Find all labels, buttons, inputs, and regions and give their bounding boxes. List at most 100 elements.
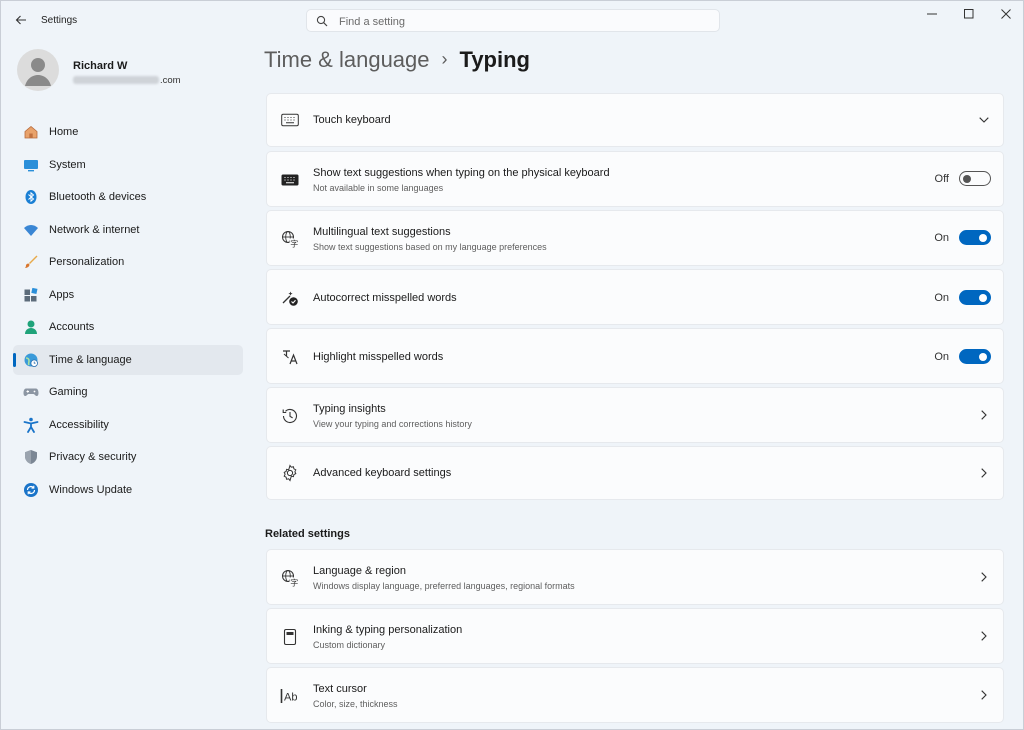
search-input[interactable] (337, 12, 711, 31)
toggle-knob (979, 293, 987, 302)
autocorrect-card: Autocorrect misspelled words On (266, 269, 1004, 325)
inking-typing-card[interactable]: Inking & typing personalization Custom d… (266, 608, 1004, 664)
related-settings-heading: Related settings (265, 528, 350, 540)
email-redaction (73, 76, 159, 85)
back-button[interactable] (10, 9, 32, 31)
inking-typing-subtitle: Custom dictionary (313, 640, 386, 650)
notebook-icon (280, 627, 300, 647)
sidebar-item-label: Time & language (49, 353, 132, 366)
touch-keyboard-card[interactable]: Touch keyboard (266, 93, 1004, 147)
globe-clock-icon (22, 351, 40, 369)
breadcrumb: Time & language › Typing (264, 47, 530, 73)
sidebar-item-label: Apps (49, 288, 75, 301)
system-icon (22, 156, 40, 174)
multilingual-toggle[interactable] (959, 230, 991, 245)
toggle-state-label: On (934, 292, 949, 304)
typing-insights-card[interactable]: Typing insights View your typing and cor… (266, 387, 1004, 443)
sidebar-nav: Home System Bluetooth & devices Network … (13, 117, 243, 507)
home-icon (22, 123, 40, 141)
wifi-icon (22, 221, 40, 239)
sidebar-item-privacy[interactable]: Privacy & security (13, 442, 243, 472)
minimize-button[interactable] (914, 1, 950, 27)
advanced-keyboard-title: Advanced keyboard settings (313, 467, 452, 479)
language-icon: 字 (280, 568, 300, 588)
sidebar-item-apps[interactable]: Apps (13, 280, 243, 310)
text-cursor-subtitle: Color, size, thickness (313, 699, 398, 709)
sidebar-item-label: Bluetooth & devices (49, 191, 147, 203)
sidebar-item-bluetooth[interactable]: Bluetooth & devices (13, 182, 243, 212)
language-icon: 字 (280, 229, 300, 249)
sidebar-item-home[interactable]: Home (13, 117, 243, 147)
sidebar-item-label: Accessibility (49, 418, 109, 431)
touch-keyboard-title: Touch keyboard (313, 114, 391, 126)
text-suggestions-toggle[interactable] (959, 171, 991, 186)
search-icon (316, 15, 328, 27)
breadcrumb-separator: › (441, 49, 448, 69)
sidebar-item-network[interactable]: Network & internet (13, 215, 243, 245)
breadcrumb-parent[interactable]: Time & language (264, 47, 430, 72)
text-suggestions-card: Show text suggestions when typing on the… (266, 151, 1004, 207)
toggle-knob (963, 174, 971, 183)
sidebar-item-personalization[interactable]: Personalization (13, 247, 243, 277)
maximize-button[interactable] (951, 1, 987, 27)
settings-window: Settings Richard W .com Home System (0, 0, 1024, 730)
sidebar-item-gaming[interactable]: Gaming (13, 377, 243, 407)
multilingual-card: 字 Multilingual text suggestions Show tex… (266, 210, 1004, 266)
svg-text:Ab: Ab (284, 692, 297, 704)
highlight-spelling-icon (280, 347, 300, 367)
autocorrect-toggle[interactable] (959, 290, 991, 305)
page-title: Typing (459, 47, 530, 72)
typing-insights-title: Typing insights (313, 403, 386, 415)
shield-icon (22, 448, 40, 466)
minimize-icon (927, 13, 937, 15)
chevron-right-icon (977, 688, 991, 702)
highlight-card: Highlight misspelled words On (266, 328, 1004, 384)
search-box[interactable] (306, 9, 720, 32)
toggle-state-label: On (934, 351, 949, 363)
autocorrect-title: Autocorrect misspelled words (313, 292, 457, 304)
sidebar-item-label: Accounts (49, 321, 95, 333)
highlight-toggle[interactable] (959, 349, 991, 364)
sidebar-item-label: Personalization (49, 256, 125, 268)
language-region-subtitle: Windows display language, preferred lang… (313, 581, 575, 591)
close-icon (1001, 9, 1011, 19)
chevron-right-icon (977, 466, 991, 480)
sidebar-item-label: System (49, 158, 86, 171)
advanced-keyboard-card[interactable]: Advanced keyboard settings (266, 446, 1004, 500)
autocorrect-icon (280, 288, 300, 308)
text-suggestions-title: Show text suggestions when typing on the… (313, 167, 610, 179)
maximize-icon (964, 9, 974, 19)
language-region-card[interactable]: 字 Language & region Windows display lang… (266, 549, 1004, 605)
toggle-knob (979, 352, 987, 361)
brush-icon (22, 253, 40, 271)
chevron-down-icon[interactable] (977, 113, 991, 127)
sidebar-item-system[interactable]: System (13, 150, 243, 180)
chevron-right-icon (977, 629, 991, 643)
user-name: Richard W (73, 60, 128, 72)
chevron-right-icon (977, 408, 991, 422)
person-icon (25, 58, 51, 86)
sidebar-item-accounts[interactable]: Accounts (13, 312, 243, 342)
multilingual-subtitle: Show text suggestions based on my langua… (313, 242, 547, 252)
sidebar-item-windows-update[interactable]: Windows Update (13, 475, 243, 505)
language-region-title: Language & region (313, 565, 406, 577)
sidebar-item-time-language[interactable]: Time & language (13, 344, 243, 375)
sidebar-item-label: Home (49, 126, 79, 138)
gear-icon (280, 463, 300, 483)
back-arrow-icon (15, 15, 26, 25)
close-button[interactable] (988, 1, 1024, 27)
toggle-state-label: Off (934, 173, 949, 185)
apps-icon (22, 286, 40, 304)
accounts-icon (22, 318, 40, 336)
sidebar-item-label: Privacy & security (49, 451, 137, 463)
email-suffix: .com (160, 75, 181, 86)
chevron-right-icon (977, 570, 991, 584)
text-cursor-card[interactable]: Ab Text cursor Color, size, thickness (266, 667, 1004, 723)
inking-typing-title: Inking & typing personalization (313, 624, 463, 636)
svg-text:字: 字 (290, 239, 298, 249)
gamepad-icon (22, 383, 40, 401)
sidebar-item-accessibility[interactable]: Accessibility (13, 410, 243, 440)
toggle-knob (979, 233, 987, 242)
highlight-title: Highlight misspelled words (313, 351, 444, 363)
keyboard-icon (280, 110, 300, 130)
